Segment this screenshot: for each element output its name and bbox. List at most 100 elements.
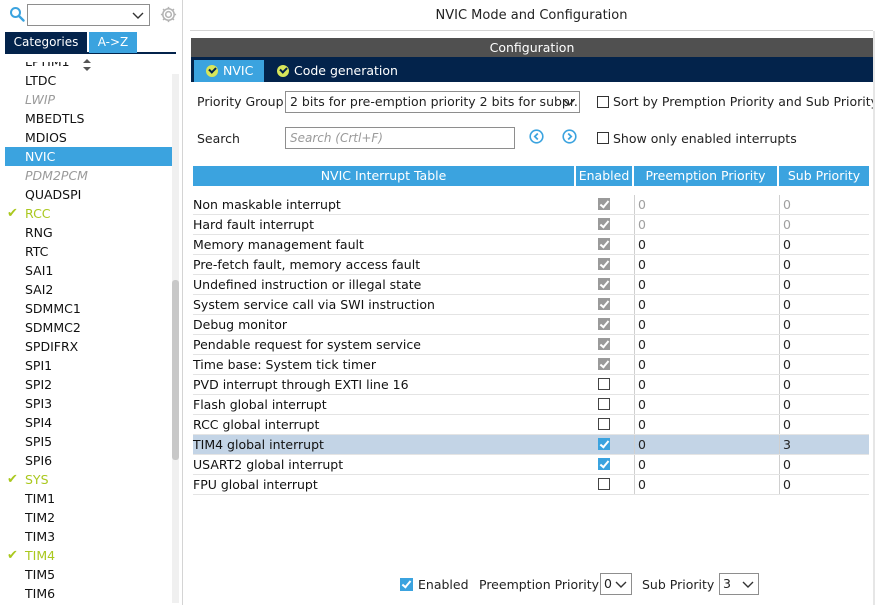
sub-priority-cell[interactable]: 0: [779, 195, 869, 214]
peripheral-item[interactable]: RNG: [5, 223, 172, 242]
sub-priority-cell[interactable]: 0: [779, 295, 869, 314]
sub-priority-cell[interactable]: 0: [779, 415, 869, 434]
peripheral-item[interactable]: MDIOS: [5, 128, 172, 147]
table-row[interactable]: Pendable request for system service 0 0: [193, 335, 869, 355]
sub-priority-cell[interactable]: 0: [779, 275, 869, 294]
preemption-priority-cell[interactable]: 0: [634, 415, 777, 434]
preemption-priority-cell[interactable]: 0: [634, 195, 777, 214]
peripheral-item[interactable]: SPI2: [5, 375, 172, 394]
peripheral-item[interactable]: SPI3: [5, 394, 172, 413]
column-header-enabled[interactable]: Enabled: [576, 166, 632, 186]
table-row[interactable]: Time base: System tick timer 0 0: [193, 355, 869, 375]
peripheral-item[interactable]: SAI1: [5, 261, 172, 280]
preemption-priority-cell[interactable]: 0: [634, 235, 777, 254]
sub-priority-select[interactable]: 3: [719, 573, 759, 595]
enabled-checkbox[interactable]: [598, 478, 610, 490]
table-row[interactable]: USART2 global interrupt 0 0: [193, 455, 869, 475]
sort-by-priority-checkbox[interactable]: [597, 96, 609, 108]
sub-priority-cell[interactable]: 0: [779, 315, 869, 334]
sub-priority-cell[interactable]: 0: [779, 335, 869, 354]
peripheral-item[interactable]: ✔ RCC: [5, 204, 172, 223]
sub-priority-cell[interactable]: 0: [779, 215, 869, 234]
peripheral-item[interactable]: TIM2: [5, 508, 172, 527]
column-header-interrupt[interactable]: NVIC Interrupt Table: [193, 166, 574, 186]
tab-categories[interactable]: Categories: [5, 32, 87, 53]
peripheral-item[interactable]: LWIP: [5, 90, 172, 109]
table-row[interactable]: TIM4 global interrupt 0 3: [193, 435, 869, 455]
table-row[interactable]: Debug monitor 0 0: [193, 315, 869, 335]
preemption-priority-cell[interactable]: 0: [634, 275, 777, 294]
sub-priority-cell[interactable]: 0: [779, 375, 869, 394]
table-row[interactable]: Non maskable interrupt 0 0: [193, 195, 869, 215]
peripheral-item[interactable]: TIM6: [5, 584, 172, 603]
preemption-priority-cell[interactable]: 0: [634, 335, 777, 354]
search-next-icon[interactable]: [562, 129, 577, 144]
sub-priority-cell[interactable]: 0: [779, 475, 869, 494]
scrollbar-thumb[interactable]: [172, 280, 179, 460]
preemption-priority-cell[interactable]: 0: [634, 215, 777, 234]
enabled-checkbox[interactable]: [598, 438, 610, 450]
column-header-preemption[interactable]: Preemption Priority: [634, 166, 777, 186]
sub-priority-cell[interactable]: 0: [779, 355, 869, 374]
peripheral-item[interactable]: SPI4: [5, 413, 172, 432]
table-row[interactable]: Pre-fetch fault, memory access fault 0 0: [193, 255, 869, 275]
preemption-priority-select[interactable]: 0: [600, 573, 632, 595]
sub-priority-cell[interactable]: 0: [779, 255, 869, 274]
peripheral-item[interactable]: LPTIM1: [5, 62, 172, 71]
peripheral-item[interactable]: RTC: [5, 242, 172, 261]
enabled-checkbox[interactable]: [598, 398, 610, 410]
sub-priority-cell[interactable]: 0: [779, 455, 869, 474]
interrupt-search-input[interactable]: Search (Crtl+F): [285, 127, 515, 149]
chevron-down-icon[interactable]: [562, 95, 576, 109]
table-row[interactable]: FPU global interrupt 0 0: [193, 475, 869, 495]
preemption-priority-cell[interactable]: 0: [634, 375, 777, 394]
enabled-checkbox[interactable]: [598, 418, 610, 430]
tab-nvic[interactable]: NVIC: [194, 60, 264, 82]
peripheral-item[interactable]: ✔ TIM4: [5, 546, 172, 565]
tab-code-generation[interactable]: Code generation: [266, 60, 400, 82]
table-row[interactable]: Undefined instruction or illegal state 0 0: [193, 275, 869, 295]
peripheral-item[interactable]: SPI1: [5, 356, 172, 375]
preemption-priority-cell[interactable]: 0: [634, 455, 777, 474]
peripheral-item[interactable]: SPI6: [5, 451, 172, 470]
peripheral-item[interactable]: LTDC: [5, 71, 172, 90]
preemption-priority-cell[interactable]: 0: [634, 395, 777, 414]
preemption-priority-cell[interactable]: 0: [634, 435, 777, 454]
peripheral-item[interactable]: MBEDTLS: [5, 109, 172, 128]
peripheral-item[interactable]: PDM2PCM: [5, 166, 172, 185]
peripheral-item[interactable]: TIM1: [5, 489, 172, 508]
table-row[interactable]: System service call via SWI instruction 0…: [193, 295, 869, 315]
preemption-priority-cell[interactable]: 0: [634, 475, 777, 494]
column-header-sub-priority[interactable]: Sub Priority: [779, 166, 869, 186]
sub-priority-cell[interactable]: 0: [779, 235, 869, 254]
sub-priority-cell[interactable]: 3: [779, 435, 869, 454]
preemption-priority-cell[interactable]: 0: [634, 255, 777, 274]
peripheral-item[interactable]: SPDIFRX: [5, 337, 172, 356]
peripheral-item[interactable]: QUADSPI: [5, 185, 172, 204]
sub-priority-cell[interactable]: 0: [779, 395, 869, 414]
peripheral-item[interactable]: SPI5: [5, 432, 172, 451]
peripheral-search-input[interactable]: [27, 4, 150, 26]
gear-icon[interactable]: [159, 5, 178, 24]
peripheral-item[interactable]: SDMMC1: [5, 299, 172, 318]
preemption-priority-cell[interactable]: 0: [634, 295, 777, 314]
enabled-checkbox[interactable]: [598, 458, 610, 470]
table-row[interactable]: PVD interrupt through EXTI line 16 0 0: [193, 375, 869, 395]
search-previous-icon[interactable]: [529, 129, 544, 144]
chevron-down-icon[interactable]: [131, 8, 145, 22]
show-enabled-checkbox[interactable]: [597, 132, 609, 144]
peripheral-item[interactable]: TIM3: [5, 527, 172, 546]
preemption-priority-cell[interactable]: 0: [634, 315, 777, 334]
peripheral-item[interactable]: ✔ SYS: [5, 470, 172, 489]
peripheral-item[interactable]: TIM5: [5, 565, 172, 584]
priority-group-select[interactable]: 2 bits for pre-emption priority 2 bits f…: [285, 91, 580, 113]
peripheral-item[interactable]: SAI2: [5, 280, 172, 299]
tab-a-to-z[interactable]: A->Z: [89, 32, 137, 53]
peripheral-item[interactable]: SDMMC2: [5, 318, 172, 337]
table-row[interactable]: Hard fault interrupt 0 0: [193, 215, 869, 235]
peripheral-item[interactable]: NVIC: [5, 147, 172, 166]
search-icon[interactable]: [9, 6, 25, 22]
chevron-down-icon[interactable]: [614, 577, 628, 591]
peripheral-list-scrollbar[interactable]: [172, 74, 179, 603]
table-row[interactable]: RCC global interrupt 0 0: [193, 415, 869, 435]
